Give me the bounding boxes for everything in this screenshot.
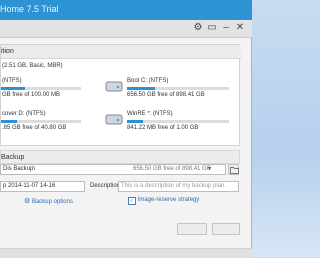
backup-window: Home 7.5 Trial ⚙ ▭ – ✕ ition (2.51 GB, B… bbox=[0, 0, 252, 258]
backup-options-link[interactable]: ⚙ Backup options bbox=[24, 197, 73, 205]
partition-usage-bar bbox=[127, 87, 229, 90]
partition-usage-fill bbox=[1, 87, 25, 90]
restore-icon[interactable]: ▭ bbox=[205, 21, 219, 35]
partition-usage-fill bbox=[127, 87, 155, 90]
plan-name-field[interactable]: p 2014-11-07 14-16 bbox=[0, 181, 85, 192]
destination-free-space: 656.50 GB free of 898.41 GB bbox=[133, 166, 211, 172]
partition-usage-fill bbox=[1, 120, 17, 123]
proceed-button[interactable] bbox=[177, 223, 207, 235]
window-toolbar: ⚙ ▭ – ✕ bbox=[0, 20, 252, 38]
description-placeholder: This is a description of my backup plan. bbox=[121, 183, 227, 189]
destination-panel-header: Backup bbox=[0, 150, 240, 164]
partition-name: WinRE *: (NTFS) bbox=[127, 111, 173, 117]
partition-size: .85 GB free of 40.80 GB bbox=[2, 125, 67, 131]
description-label: Description: bbox=[90, 183, 122, 189]
browse-button[interactable] bbox=[228, 164, 239, 175]
partition-size: 656.50 GB free of 898.41 GB bbox=[127, 92, 205, 98]
cancel-button[interactable] bbox=[212, 223, 240, 235]
image-reserve-strategy-option[interactable]: ✓ Image-reserve strategy bbox=[128, 197, 199, 205]
partition-usage-bar bbox=[1, 120, 81, 123]
source-panel: ition (2.51 GB, Basic, MBR) (NTFS) GB fr… bbox=[0, 44, 241, 146]
partition-size: 841.22 MB free of 1.00 GB bbox=[127, 125, 199, 131]
hard-drive-icon bbox=[105, 114, 123, 125]
partition-size: GB free of 100.00 MB bbox=[2, 92, 61, 98]
destination-path-field[interactable]: Dis Backup\ 656.50 GB free of 898.41 GB … bbox=[0, 164, 226, 175]
partition-usage-bar bbox=[1, 87, 81, 90]
partition-name: (NTFS) bbox=[2, 78, 22, 84]
minimize-icon[interactable]: – bbox=[219, 21, 233, 35]
partition-usage-fill bbox=[127, 120, 144, 123]
chevron-down-icon[interactable]: ▾ bbox=[208, 165, 211, 174]
hard-drive-icon bbox=[105, 81, 123, 92]
image-reserve-checkbox[interactable]: ✓ bbox=[128, 197, 136, 205]
partition-name: Boot C: (NTFS) bbox=[127, 78, 169, 84]
partition-usage-bar bbox=[127, 120, 229, 123]
destination-path: Dis Backup\ bbox=[3, 166, 36, 172]
source-panel-header: ition bbox=[1, 45, 241, 59]
disk-info: (2.51 GB, Basic, MBR) bbox=[2, 63, 63, 69]
title-bar: Home 7.5 Trial bbox=[0, 0, 252, 20]
description-field[interactable]: This is a description of my backup plan. bbox=[118, 181, 239, 192]
window-title: Home 7.5 Trial bbox=[0, 4, 59, 14]
partition-name: cover D: (NTFS) bbox=[2, 111, 46, 117]
tools-icon[interactable]: ⚙ bbox=[191, 21, 205, 35]
folder-icon bbox=[230, 167, 239, 174]
gear-icon: ⚙ bbox=[24, 198, 31, 205]
plan-name: p 2014-11-07 14-16 bbox=[3, 183, 56, 189]
close-icon[interactable]: ✕ bbox=[233, 21, 247, 35]
